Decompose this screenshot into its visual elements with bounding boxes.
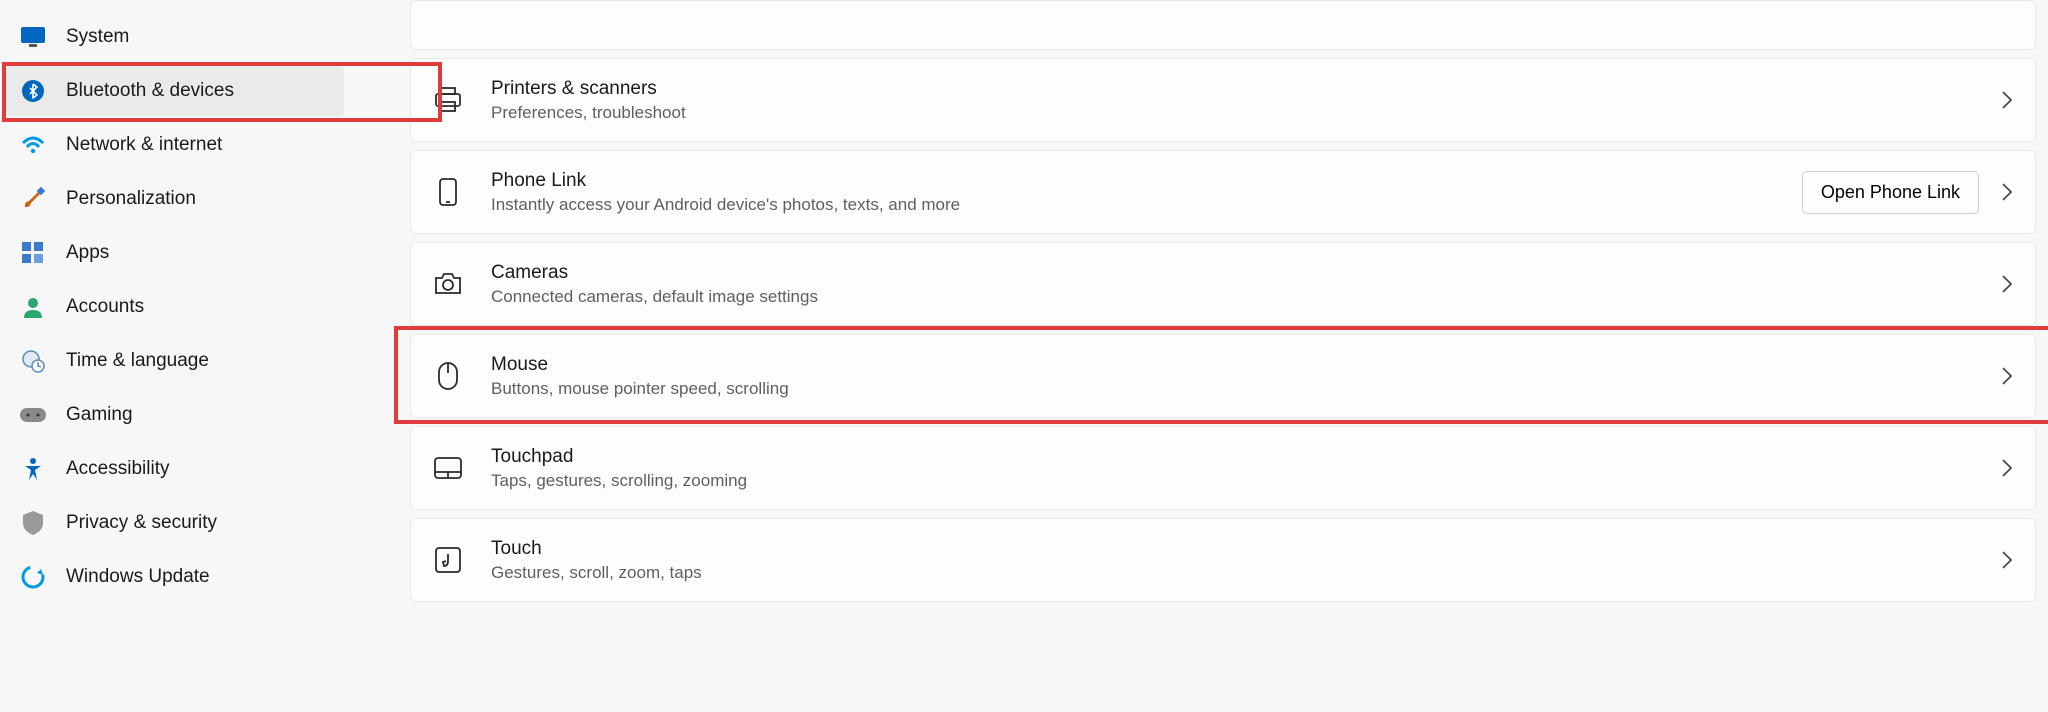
chevron-right-icon [2001,274,2013,294]
system-icon [20,24,46,50]
accessibility-icon [20,456,46,482]
setting-title: Phone Link [491,169,1802,194]
setting-subtitle: Buttons, mouse pointer speed, scrolling [491,379,2001,399]
settings-content: Printers & scanners Preferences, trouble… [350,0,2048,712]
printer-icon [433,85,463,115]
sidebar-item-label: Accessibility [66,458,169,480]
setting-title: Mouse [491,353,2001,378]
sidebar-item-bluetooth-devices[interactable]: Bluetooth & devices [6,66,344,116]
chevron-right-icon [2001,458,2013,478]
open-phone-link-button[interactable]: Open Phone Link [1802,171,1979,214]
gamepad-icon [20,402,46,428]
setting-title: Printers & scanners [491,77,2001,102]
wifi-icon [20,132,46,158]
setting-subtitle: Taps, gestures, scrolling, zooming [491,471,2001,491]
sidebar-item-label: Windows Update [66,566,210,588]
touch-icon [433,545,463,575]
person-icon [20,294,46,320]
setting-title: Touch [491,537,2001,562]
sidebar-item-label: Bluetooth & devices [66,80,234,102]
chevron-right-icon [2001,90,2013,110]
brush-icon [20,186,46,212]
sidebar-item-label: System [66,26,129,48]
sidebar-item-accounts[interactable]: Accounts [6,282,344,332]
setting-row-touch[interactable]: Touch Gestures, scroll, zoom, taps [410,518,2036,602]
chevron-right-icon [2001,550,2013,570]
phone-icon [433,177,463,207]
sidebar-item-network[interactable]: Network & internet [6,120,344,170]
sidebar-item-label: Privacy & security [66,512,217,534]
setting-row-partial-top[interactable] [410,0,2036,50]
setting-subtitle: Preferences, troubleshoot [491,103,2001,123]
setting-title: Touchpad [491,445,2001,470]
blank-icon [433,7,463,37]
mouse-icon [433,361,463,391]
sidebar-item-windows-update[interactable]: Windows Update [6,552,344,602]
camera-icon [433,269,463,299]
touchpad-icon [433,453,463,483]
sidebar-item-apps[interactable]: Apps [6,228,344,278]
setting-row-cameras[interactable]: Cameras Connected cameras, default image… [410,242,2036,326]
setting-subtitle: Instantly access your Android device's p… [491,195,1802,215]
sidebar-item-label: Apps [66,242,109,264]
sidebar-item-label: Accounts [66,296,144,318]
chevron-right-icon [2001,366,2013,386]
sidebar-item-label: Time & language [66,350,209,372]
sidebar-item-system[interactable]: System [6,12,344,62]
setting-row-printers-scanners[interactable]: Printers & scanners Preferences, trouble… [410,58,2036,142]
setting-subtitle: Connected cameras, default image setting… [491,287,2001,307]
bluetooth-icon [20,78,46,104]
sidebar-item-label: Network & internet [66,134,222,156]
clock-globe-icon [20,348,46,374]
setting-row-touchpad[interactable]: Touchpad Taps, gestures, scrolling, zoom… [410,426,2036,510]
chevron-right-icon [2001,182,2013,202]
settings-window: System Bluetooth & devices Network & int… [0,0,2048,712]
setting-title: Cameras [491,261,2001,286]
update-icon [20,564,46,590]
shield-icon [20,510,46,536]
settings-sidebar: System Bluetooth & devices Network & int… [0,0,350,712]
sidebar-item-time-language[interactable]: Time & language [6,336,344,386]
sidebar-item-label: Gaming [66,404,133,426]
sidebar-item-accessibility[interactable]: Accessibility [6,444,344,494]
setting-row-mouse[interactable]: Mouse Buttons, mouse pointer speed, scro… [410,334,2036,418]
sidebar-item-personalization[interactable]: Personalization [6,174,344,224]
setting-subtitle: Gestures, scroll, zoom, taps [491,563,2001,583]
sidebar-item-privacy-security[interactable]: Privacy & security [6,498,344,548]
sidebar-item-gaming[interactable]: Gaming [6,390,344,440]
apps-icon [20,240,46,266]
setting-row-phone-link[interactable]: Phone Link Instantly access your Android… [410,150,2036,234]
sidebar-item-label: Personalization [66,188,196,210]
